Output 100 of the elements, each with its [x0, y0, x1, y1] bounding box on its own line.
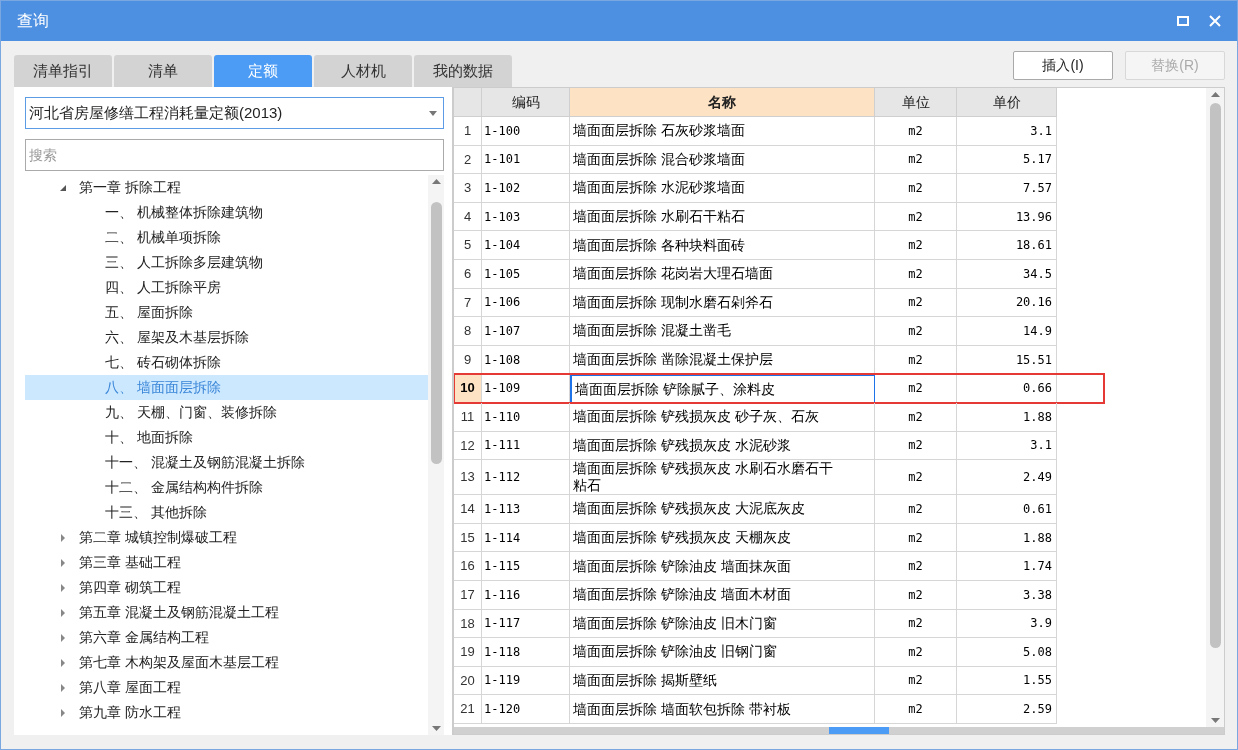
table-row[interactable]: 21 1-120 墙面面层拆除 墙面软包拆除 带衬板 m2 2.59	[454, 695, 1104, 724]
scrollbar[interactable]	[428, 175, 444, 735]
expand-icon[interactable]	[59, 607, 67, 618]
expand-icon[interactable]	[59, 557, 67, 568]
tree-item[interactable]: 二、 机械单项拆除	[25, 225, 428, 250]
column-header[interactable]: 单价	[957, 88, 1057, 117]
window-title: 查询	[17, 11, 50, 31]
tree-item[interactable]: 十、 地面拆除	[25, 425, 428, 450]
tree-item[interactable]: 九、 天棚、门窗、装修拆除	[25, 400, 428, 425]
expand-icon[interactable]	[59, 657, 67, 668]
table-cell: m2	[875, 345, 957, 375]
row-number: 5	[454, 231, 482, 260]
table-row[interactable]: 20 1-119 墙面面层拆除 揭斯壁纸 m2 1.55	[454, 666, 1104, 696]
table-row[interactable]: 4 1-103 墙面面层拆除 水刷石干粘石 m2 13.96	[454, 202, 1104, 232]
tab[interactable]: 人材机	[314, 55, 412, 87]
table-cell: m2	[875, 460, 957, 496]
tree-item[interactable]: 第八章 屋面工程	[25, 675, 428, 700]
scroll-down-icon[interactable]	[431, 726, 441, 731]
table-cell: m2	[875, 552, 957, 581]
column-header[interactable]: 单位	[875, 88, 957, 117]
row-number: 3	[454, 174, 482, 203]
table-row[interactable]: 13 1-112 墙面面层拆除 铲残损灰皮 水刷石水磨石干粘石 m2 2.49	[454, 460, 1104, 496]
tree-item[interactable]: 五、 屋面拆除	[25, 300, 428, 325]
table-row[interactable]: 7 1-106 墙面面层拆除 现制水磨石剁斧石 m2 20.16	[454, 288, 1104, 318]
table-cell: 1-110	[482, 402, 570, 432]
tree-item[interactable]: 第五章 混凝土及钢筋混凝土工程	[25, 600, 428, 625]
column-header[interactable]: 编码	[482, 88, 570, 117]
table-row[interactable]: 16 1-115 墙面面层拆除 铲除油皮 墙面抹灰面 m2 1.74	[454, 552, 1104, 581]
table-row[interactable]: 11 1-110 墙面面层拆除 铲残损灰皮 砂子灰、石灰 m2 1.88	[454, 402, 1104, 432]
expand-icon[interactable]	[59, 707, 67, 718]
table-row[interactable]: 10 1-109 墙面面层拆除 铲除腻子、涂料皮 m2 0.66	[454, 374, 1104, 403]
tab[interactable]: 清单指引	[14, 55, 112, 87]
tree-item[interactable]: 第二章 城镇控制爆破工程	[25, 525, 428, 550]
table-cell: 墙面面层拆除 铲残损灰皮 水刷石水磨石干粘石	[570, 460, 875, 496]
tree-item[interactable]: 四、 人工拆除平房	[25, 275, 428, 300]
table-cell: m2	[875, 523, 957, 553]
table-cell: 1-106	[482, 288, 570, 318]
table-cell: 墙面面层拆除 石灰砂浆墙面	[570, 117, 875, 146]
table-row[interactable]: 17 1-116 墙面面层拆除 铲除油皮 墙面木材面 m2 3.38	[454, 580, 1104, 610]
table-cell: 墙面面层拆除 铲除腻子、涂料皮	[570, 374, 875, 403]
tree-item[interactable]: 第六章 金属结构工程	[25, 625, 428, 650]
column-header[interactable]: 名称	[570, 88, 875, 117]
table-cell: 墙面面层拆除 揭斯壁纸	[570, 666, 875, 696]
dropdown-arrow-icon[interactable]	[429, 110, 437, 116]
tree-item[interactable]: 六、 屋架及木基层拆除	[25, 325, 428, 350]
table-cell: 3.1	[957, 117, 1057, 146]
tree-item[interactable]: 十三、 其他拆除	[25, 500, 428, 525]
tree-item[interactable]: 第四章 砌筑工程	[25, 575, 428, 600]
scroll-up-icon[interactable]	[431, 179, 441, 184]
row-number: 21	[454, 695, 482, 724]
tab[interactable]: 我的数据	[414, 55, 512, 87]
table-row[interactable]: 1 1-100 墙面面层拆除 石灰砂浆墙面 m2 3.1	[454, 117, 1104, 146]
tree-item[interactable]: 一、 机械整体拆除建筑物	[25, 200, 428, 225]
table-row[interactable]: 8 1-107 墙面面层拆除 混凝土凿毛 m2 14.9	[454, 317, 1104, 346]
table-cell: 1-104	[482, 231, 570, 260]
table-row[interactable]: 6 1-105 墙面面层拆除 花岗岩大理石墙面 m2 34.5	[454, 259, 1104, 289]
tree-item[interactable]: 第九章 防水工程	[25, 700, 428, 725]
scrollbar[interactable]	[1206, 88, 1224, 727]
scroll-up-icon[interactable]	[1210, 92, 1220, 97]
row-number: 2	[454, 145, 482, 175]
expand-icon[interactable]	[59, 632, 67, 643]
tree-item[interactable]: 七、 砖石砌体拆除	[25, 350, 428, 375]
table-row[interactable]: 2 1-101 墙面面层拆除 混合砂浆墙面 m2 5.17	[454, 145, 1104, 175]
expand-icon[interactable]	[59, 582, 67, 593]
maximize-icon[interactable]	[1177, 15, 1189, 27]
table-cell: 墙面面层拆除 铲残损灰皮 大泥底灰皮	[570, 495, 875, 524]
tab[interactable]: 清单	[114, 55, 212, 87]
expand-icon[interactable]	[59, 532, 67, 543]
row-number: 7	[454, 288, 482, 318]
tree-item[interactable]: 十一、 混凝土及钢筋混凝土拆除	[25, 450, 428, 475]
tree-item[interactable]: 第一章 拆除工程	[25, 175, 428, 200]
tree-item[interactable]: 十二、 金属结构构件拆除	[25, 475, 428, 500]
splitter-bar[interactable]	[454, 727, 1224, 734]
table-cell: 墙面面层拆除 混凝土凿毛	[570, 317, 875, 346]
row-number: 11	[454, 402, 482, 432]
table-cell: 1.88	[957, 402, 1057, 432]
search-field[interactable]: 搜索	[25, 139, 444, 171]
row-number: 4	[454, 202, 482, 232]
table-row[interactable]: 3 1-102 墙面面层拆除 水泥砂浆墙面 m2 7.57	[454, 174, 1104, 203]
table-row[interactable]: 12 1-111 墙面面层拆除 铲残损灰皮 水泥砂浆 m2 3.1	[454, 431, 1104, 461]
table-cell: 墙面面层拆除 铲除油皮 旧钢门窗	[570, 638, 875, 667]
table-row[interactable]: 14 1-113 墙面面层拆除 铲残损灰皮 大泥底灰皮 m2 0.61	[454, 495, 1104, 524]
table-cell: m2	[875, 231, 957, 260]
table-cell: m2	[875, 695, 957, 724]
table-row[interactable]: 18 1-117 墙面面层拆除 铲除油皮 旧木门窗 m2 3.9	[454, 609, 1104, 639]
row-number: 17	[454, 580, 482, 610]
table-row[interactable]: 9 1-108 墙面面层拆除 凿除混凝土保护层 m2 15.51	[454, 345, 1104, 375]
tree-item[interactable]: 三、 人工拆除多层建筑物	[25, 250, 428, 275]
library-dropdown[interactable]: 河北省房屋修缮工程消耗量定额(2013)	[25, 97, 444, 129]
table-row[interactable]: 19 1-118 墙面面层拆除 铲除油皮 旧钢门窗 m2 5.08	[454, 638, 1104, 667]
close-icon[interactable]	[1209, 15, 1221, 27]
table-row[interactable]: 15 1-114 墙面面层拆除 铲残损灰皮 天棚灰皮 m2 1.88	[454, 523, 1104, 553]
tree-item[interactable]: 第三章 基础工程	[25, 550, 428, 575]
table-cell: 墙面面层拆除 花岗岩大理石墙面	[570, 259, 875, 289]
scroll-down-icon[interactable]	[1210, 718, 1220, 723]
expand-icon[interactable]	[59, 682, 67, 693]
table-row[interactable]: 5 1-104 墙面面层拆除 各种块料面砖 m2 18.61	[454, 231, 1104, 260]
tree-item[interactable]: 第七章 木构架及屋面木基层工程	[25, 650, 428, 675]
table-cell: m2	[875, 259, 957, 289]
action-button[interactable]: 插入(I)	[1013, 51, 1113, 80]
